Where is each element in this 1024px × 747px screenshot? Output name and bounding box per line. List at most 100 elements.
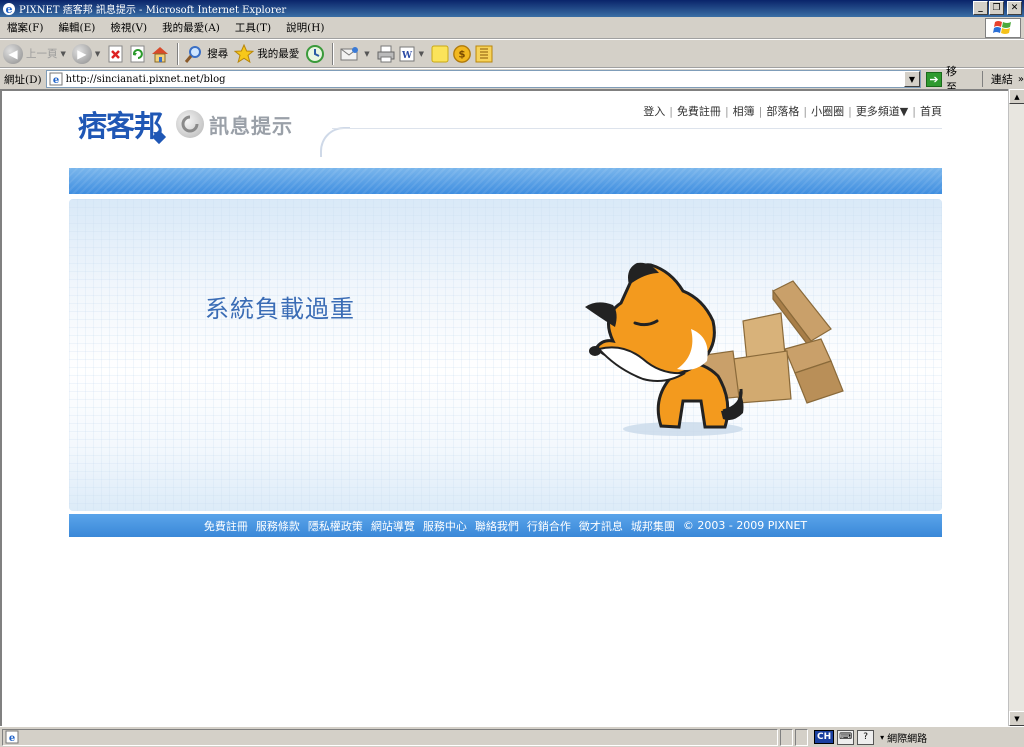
status-cell (795, 728, 808, 746)
ime-mode-indicator[interactable]: CH (814, 730, 835, 744)
go-arrow-icon: ➔ (926, 71, 942, 87)
nav-separator: | (758, 104, 763, 118)
menu-favorites[interactable]: 我的最愛(A) (162, 20, 220, 35)
restore-button[interactable]: ❐ (989, 1, 1004, 15)
svg-text:e: e (6, 3, 13, 16)
back-button[interactable]: ◀ 上一頁 ▼ (3, 43, 66, 64)
header-divider (332, 128, 942, 129)
menu-edit[interactable]: 編輯(E) (58, 20, 95, 35)
footer-link-register[interactable]: 免費註冊 (204, 518, 248, 534)
close-button[interactable]: ✕ (1007, 1, 1022, 15)
forward-arrow-icon: ▶ (71, 43, 92, 64)
nav-groups[interactable]: 小圈圈 (811, 103, 844, 119)
zone-label: 網際網路 (887, 733, 928, 745)
footer-link-contact[interactable]: 聯絡我們 (475, 518, 519, 534)
nav-more-channels[interactable]: 更多頻道▼ (856, 103, 908, 119)
home-icon[interactable] (150, 44, 170, 64)
title-bar: e PIXNET 痞客邦 訊息提示 - Microsoft Internet E… (0, 0, 1024, 17)
menu-file[interactable]: 檔案(F) (7, 20, 43, 35)
nav-home[interactable]: 首頁 (920, 103, 942, 119)
ie-logo-icon: e (3, 2, 15, 16)
search-button[interactable]: 搜尋 (184, 44, 228, 64)
toolbar-separator (332, 42, 335, 65)
notes-icon[interactable] (430, 44, 450, 64)
nav-blog[interactable]: 部落格 (766, 103, 799, 119)
favorites-label: 我的最愛 (257, 48, 300, 60)
stop-icon[interactable] (106, 44, 126, 64)
status-text-area: e (2, 728, 778, 746)
menu-view[interactable]: 檢視(V) (110, 20, 147, 35)
error-message: 系統負載過重 (205, 295, 355, 323)
header-band (69, 168, 942, 194)
message-panel: 系統負載過重 (69, 199, 942, 511)
top-navigation: 登入 | 免費註冊 | 相簿 | 部落格 | 小圈圈 | 更多頻道▼ | 首頁 (643, 103, 942, 119)
logo-text: 痞客邦 (78, 109, 163, 143)
menu-bar: 檔案(F) 編輯(E) 檢視(V) 我的最愛(A) 工具(T) 說明(H) (0, 17, 1024, 39)
address-label: 網址(D) (4, 73, 42, 86)
toolbar-separator (177, 42, 180, 65)
footer-band: 免費註冊 服務條款 隱私權政策 網站導覽 服務中心 聯絡我們 行銷合作 徵才訊息… (69, 514, 942, 537)
chevron-right-icon[interactable]: » (1018, 74, 1024, 85)
address-field[interactable]: e http://sincianati.pixnet.net/blog ▼ (45, 70, 921, 88)
menu-tools[interactable]: 工具(T) (235, 20, 271, 35)
footer-link-service-center[interactable]: 服務中心 (423, 518, 467, 534)
edit-button[interactable]: W ▼ (398, 45, 424, 63)
pixnet-logo[interactable]: 痞客邦 訊息提示 (78, 103, 293, 145)
ime-toolbar: CH ⌨ ? (814, 729, 875, 745)
nav-login[interactable]: 登入 (643, 103, 665, 119)
window-title: PIXNET 痞客邦 訊息提示 - Microsoft Internet Exp… (19, 5, 287, 16)
svg-text:W: W (401, 51, 413, 61)
notice-title: 訊息提示 (209, 113, 294, 138)
back-dropdown-icon: ▼ (60, 49, 66, 58)
nav-separator: | (912, 104, 916, 118)
footer-link-cite-group[interactable]: 城邦集團 (631, 518, 675, 534)
page-icon: e (49, 72, 63, 86)
history-icon[interactable] (305, 44, 325, 64)
windows-flag-icon (985, 18, 1021, 38)
nav-separator: | (724, 104, 729, 118)
forward-dropdown-icon: ▼ (94, 49, 101, 58)
mail-button[interactable]: ▼ (339, 45, 370, 63)
star-icon (234, 43, 255, 63)
minimize-button[interactable]: _ (973, 1, 988, 15)
footer-link-jobs[interactable]: 徵才訊息 (579, 518, 623, 534)
address-bar: 網址(D) e http://sincianati.pixnet.net/blo… (0, 65, 1024, 94)
nav-album[interactable]: 相簿 (733, 103, 755, 119)
nav-separator: | (669, 104, 673, 118)
copyright: © 2003 - 2009 PIXNET (682, 519, 808, 532)
footer-link-sitemap[interactable]: 網站導覽 (371, 518, 415, 534)
forward-button[interactable]: ▶ ▼ (71, 43, 101, 64)
links-toolbar[interactable]: 連結 (981, 71, 1013, 87)
favorites-button[interactable]: 我的最愛 (234, 43, 300, 64)
edit-dropdown-icon: ▼ (418, 49, 425, 58)
mail-dropdown-icon: ▼ (364, 49, 370, 58)
nav-separator: | (848, 104, 852, 118)
coin-icon[interactable]: $ (452, 44, 472, 64)
svg-text:e: e (52, 75, 58, 86)
svg-text:e: e (9, 733, 15, 744)
page-status-icon: e (5, 730, 19, 744)
status-bar: e CH ⌨ ? ▾ 網際網路 (0, 726, 1024, 747)
research-icon[interactable] (474, 44, 494, 64)
zone-dropdown-icon[interactable]: ▾ (880, 733, 884, 742)
scroll-down-icon[interactable]: ▼ (1009, 711, 1024, 726)
footer-link-terms[interactable]: 服務條款 (256, 518, 300, 534)
notice-icon (176, 110, 205, 138)
help-icon[interactable]: ? (857, 729, 875, 745)
menu-help[interactable]: 說明(H) (286, 20, 324, 35)
address-dropdown-icon[interactable]: ▼ (904, 71, 920, 87)
browser-viewport: 痞客邦 訊息提示 登入 | 免費註冊 | 相簿 | 部落格 | 小圈圈 | 更多頻道▼ | … (0, 89, 1008, 726)
status-cell (780, 728, 793, 746)
print-icon[interactable] (376, 44, 396, 64)
fox-mascot-with-boxes-icon (585, 262, 844, 436)
footer-link-privacy[interactable]: 隱私權政策 (308, 518, 363, 534)
nav-register[interactable]: 免費註冊 (677, 103, 721, 119)
search-label: 搜尋 (207, 48, 229, 60)
svg-text:$: $ (459, 49, 466, 60)
scroll-up-icon[interactable]: ▲ (1009, 89, 1024, 104)
vertical-scrollbar[interactable]: ▲ ▼ (1008, 89, 1024, 726)
word-document-icon: W (399, 46, 415, 61)
footer-link-marketing[interactable]: 行銷合作 (527, 518, 571, 534)
keyboard-icon[interactable]: ⌨ (837, 729, 855, 745)
refresh-icon[interactable] (128, 44, 148, 64)
